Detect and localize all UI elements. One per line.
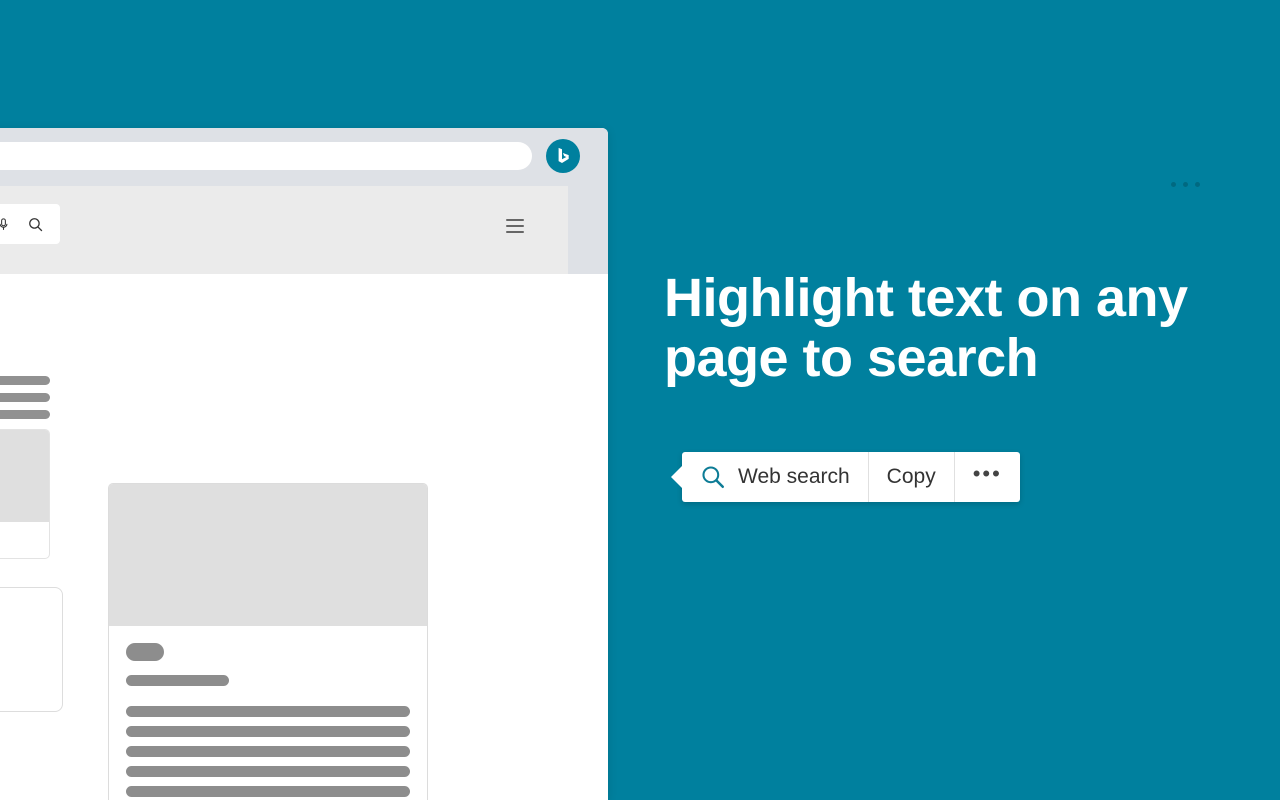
skeleton-thumbnail <box>0 430 49 522</box>
browser-chrome-bar <box>0 128 608 186</box>
search-icon[interactable] <box>27 216 44 233</box>
skeleton-line <box>126 766 410 777</box>
search-magnifier-icon <box>700 464 726 490</box>
page-title: Highlight text on any page to search <box>664 268 1244 389</box>
skeleton-text-lines <box>0 376 50 427</box>
page-content-area <box>0 274 568 800</box>
skeleton-line <box>126 786 410 797</box>
skeleton-subtitle <box>126 675 229 686</box>
browser-window <box>0 128 608 800</box>
more-options-icon: ••• <box>972 461 1002 486</box>
site-search-box[interactable] <box>0 204 60 244</box>
address-bar-input[interactable] <box>0 142 532 170</box>
web-search-button[interactable]: Web search <box>682 452 868 502</box>
copy-label: Copy <box>886 465 936 488</box>
more-options-button[interactable]: ••• <box>953 452 1020 502</box>
promo-stage: Highlight text on any page to search Web… <box>0 0 1280 800</box>
skeleton-card-body <box>109 626 427 800</box>
skeleton-paragraph <box>126 706 410 797</box>
skeleton-line <box>126 726 410 737</box>
hamburger-line <box>506 219 524 221</box>
skeleton-card-main <box>108 483 428 800</box>
headline-line-2: page to search <box>664 328 1039 389</box>
skeleton-hero-image <box>109 484 427 626</box>
hamburger-line <box>506 231 524 233</box>
bing-logo-button[interactable] <box>546 139 580 173</box>
skeleton-line <box>0 393 50 402</box>
skeleton-line <box>0 410 50 419</box>
skeleton-line <box>126 706 410 717</box>
microphone-icon[interactable] <box>0 215 11 234</box>
web-search-label: Web search <box>738 465 850 488</box>
skeleton-tag <box>126 643 164 661</box>
hamburger-menu-icon[interactable] <box>506 219 524 233</box>
promo-panel: Highlight text on any page to search Web… <box>664 0 1280 800</box>
page-toolbar <box>0 186 608 274</box>
skeleton-card-left <box>0 429 50 559</box>
hamburger-line <box>506 225 524 227</box>
bing-b-logo-icon <box>558 147 569 163</box>
skeleton-card-left-bottom <box>0 587 63 712</box>
skeleton-line <box>0 376 50 385</box>
selection-callout-toolbar: Web search Copy ••• <box>671 452 1020 502</box>
skeleton-line <box>126 746 410 757</box>
copy-button[interactable]: Copy <box>867 452 954 502</box>
headline-line-1: Highlight text on any <box>664 268 1188 328</box>
chrome-right-gutter <box>568 186 608 274</box>
